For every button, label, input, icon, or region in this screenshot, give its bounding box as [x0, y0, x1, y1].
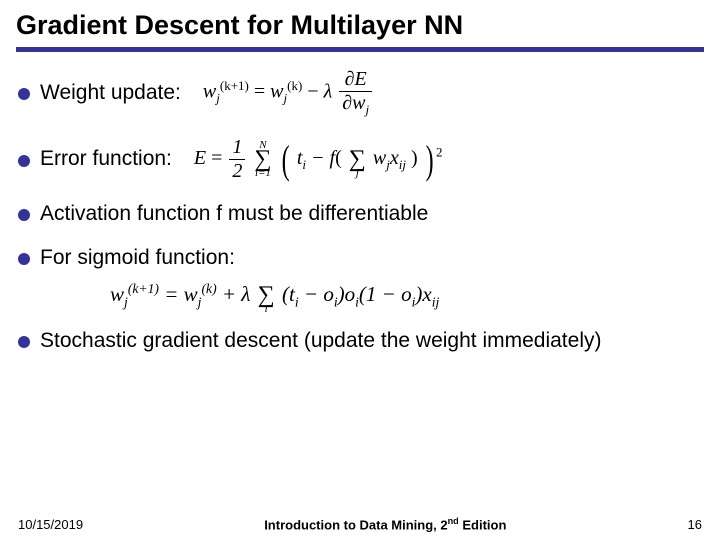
bullet-row: Stochastic gradient descent (update the …: [18, 328, 702, 354]
bullet-text: Activation function f must be differenti…: [40, 201, 428, 227]
footer-book: Introduction to Data Mining, 2nd Edition: [264, 516, 506, 532]
bullet-text: For sigmoid function:: [40, 245, 235, 271]
bullet-row: Activation function f must be differenti…: [18, 201, 702, 227]
bullet-text: Error function:: [40, 146, 172, 172]
bullet-icon: [18, 336, 30, 348]
bullet-row: For sigmoid function:: [18, 245, 702, 271]
equation-error: E = 12 N∑i=1 ( ti − f( ∑j wjxij ) )2: [194, 136, 443, 183]
bullet-row: Weight update: wj(k+1) = wj(k) − λ ∂E ∂w…: [18, 68, 702, 118]
bullet-text: Weight update:: [40, 80, 181, 106]
footer-page: 16: [688, 517, 702, 532]
slide-title: Gradient Descent for Multilayer NN: [0, 0, 720, 47]
slide-footer: 10/15/2019 Introduction to Data Mining, …: [0, 516, 720, 532]
equation-weight-update: wj(k+1) = wj(k) − λ ∂E ∂wj: [203, 68, 374, 118]
title-divider: [16, 47, 704, 52]
bullet-text: Stochastic gradient descent (update the …: [40, 328, 601, 354]
bullet-icon: [18, 88, 30, 100]
bullet-icon: [18, 155, 30, 167]
bullet-row: Error function: E = 12 N∑i=1 ( ti − f( ∑…: [18, 136, 702, 183]
slide-body: Weight update: wj(k+1) = wj(k) − λ ∂E ∂w…: [0, 56, 720, 355]
equation-sigmoid-update: wj(k+1) = wj(k) + λ ∑i (ti − oi)oi(1 − o…: [110, 278, 702, 315]
bullet-icon: [18, 209, 30, 221]
footer-date: 10/15/2019: [18, 517, 83, 532]
bullet-icon: [18, 253, 30, 265]
